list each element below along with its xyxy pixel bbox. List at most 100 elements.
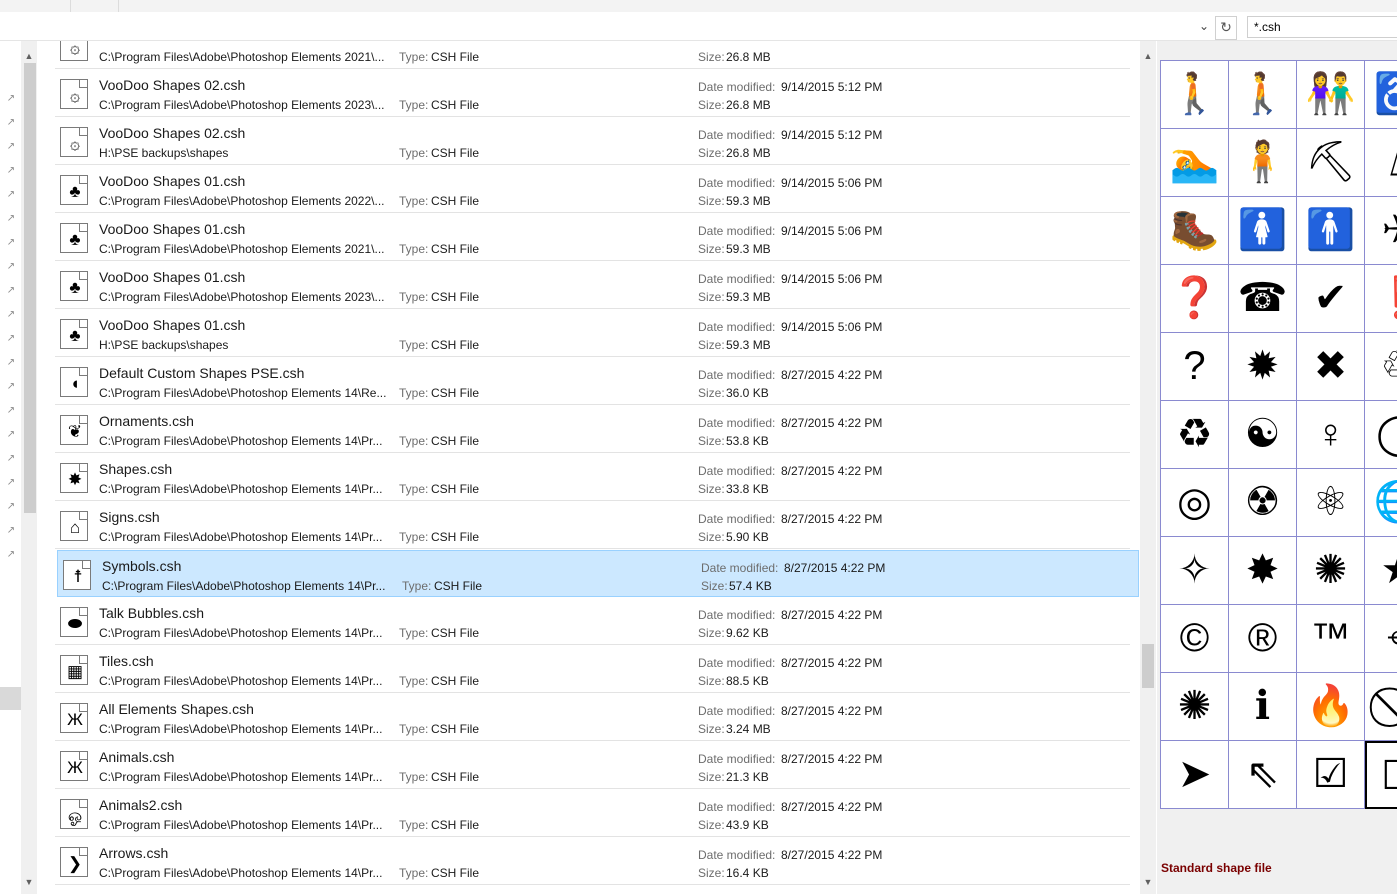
surveyor-icon[interactable]: ⍋ xyxy=(1365,129,1397,197)
target-icon[interactable]: ◎ xyxy=(1161,469,1229,537)
file-row[interactable]: ♣ VooDoo Shapes 01.csh C:\Program Files\Ad… xyxy=(55,214,1130,261)
pin-icon[interactable]: ↗ xyxy=(5,141,17,153)
star-icon[interactable]: ★ xyxy=(1365,537,1397,605)
file-size: 53.8 KB xyxy=(726,434,769,448)
file-list-scrollbar-thumb[interactable] xyxy=(1142,644,1154,688)
file-row[interactable]: ۞ C:\Program Files\Adobe\Photoshop Elemen… xyxy=(55,41,1130,69)
campfire-icon[interactable]: 🔥 xyxy=(1297,673,1365,741)
pin-icon[interactable]: ↗ xyxy=(5,501,17,513)
prohibited-icon[interactable]: ⃠ xyxy=(1365,673,1397,741)
scroll-down-icon[interactable]: ▼ xyxy=(21,875,37,889)
file-name: VooDoo Shapes 02.csh xyxy=(99,125,246,141)
scroll-up-icon[interactable]: ▲ xyxy=(1140,49,1156,63)
female-symbol-icon[interactable]: ♀ xyxy=(1297,401,1365,469)
man-icon[interactable]: 🚹 xyxy=(1297,197,1365,265)
recycle-outline-icon[interactable]: ♲ xyxy=(1365,333,1397,401)
file-list-scrollbar[interactable]: ▲ ▼ xyxy=(1140,41,1156,894)
pin-icon[interactable]: ↗ xyxy=(5,405,17,417)
globe-icon[interactable]: 🌐 xyxy=(1365,469,1397,537)
male-symbol-icon[interactable]: ◯ xyxy=(1365,401,1397,469)
pin-icon[interactable]: ↗ xyxy=(5,213,17,225)
question-mark-icon[interactable]: ? xyxy=(1161,333,1229,401)
cursor-outline-icon[interactable]: ⇖ xyxy=(1229,741,1297,809)
cursor-arrow-icon[interactable]: ➤ xyxy=(1161,741,1229,809)
file-row[interactable]: ♣ VooDoo Shapes 01.csh C:\Program Files\Ad… xyxy=(55,262,1130,309)
crosshair-icon[interactable]: ⌖ xyxy=(1365,605,1397,673)
pin-icon[interactable]: ↗ xyxy=(5,381,17,393)
copyright-icon[interactable]: © xyxy=(1161,605,1229,673)
sunburst-icon[interactable]: ✺ xyxy=(1161,673,1229,741)
file-row[interactable]: Ж All Elements Shapes.csh C:\Program Files… xyxy=(55,694,1130,741)
pin-icon[interactable]: ↗ xyxy=(5,453,17,465)
pin-icon[interactable]: ↗ xyxy=(5,189,17,201)
pin-icon[interactable]: ↗ xyxy=(5,549,17,561)
couple-icon[interactable]: 👫 xyxy=(1297,61,1365,129)
exclamation-icon[interactable]: ❗ xyxy=(1365,265,1397,333)
pedestrian-icon[interactable]: 🚶 xyxy=(1229,61,1297,129)
walking-man-icon[interactable]: 🚶 xyxy=(1161,61,1229,129)
radiation-icon[interactable]: ☢ xyxy=(1229,469,1297,537)
pin-icon[interactable]: ↗ xyxy=(5,477,17,489)
file-row[interactable]: ☨ Symbols.csh C:\Program Files\Adobe\Photo… xyxy=(57,550,1139,597)
checkbox-checked-icon[interactable]: ☑ xyxy=(1297,741,1365,809)
hiker-icon[interactable]: 🥾 xyxy=(1161,197,1229,265)
registered-icon[interactable]: ® xyxy=(1229,605,1297,673)
file-glyph: Ж xyxy=(67,710,83,729)
nav-selected-item[interactable] xyxy=(0,687,21,710)
refresh-button[interactable]: ↻ xyxy=(1215,16,1237,40)
pin-icon[interactable]: ↗ xyxy=(5,429,17,441)
woman-icon[interactable]: 🚺 xyxy=(1229,197,1297,265)
telephone-box-icon[interactable]: ☎ xyxy=(1229,265,1297,333)
pin-icon[interactable]: ↗ xyxy=(5,285,17,297)
checkmark-icon[interactable]: ✔ xyxy=(1297,265,1365,333)
recycle-icon[interactable]: ♻ xyxy=(1161,401,1229,469)
pin-icon[interactable]: ↗ xyxy=(5,525,17,537)
nav-scrollbar[interactable]: ▲ ▼ xyxy=(21,41,37,894)
file-row[interactable]: ❯ Arrows.csh C:\Program Files\Adobe\Photos… xyxy=(55,838,1130,885)
file-row[interactable]: ❦ Ornaments.csh C:\Program Files\Adobe\Pho… xyxy=(55,406,1130,453)
file-row[interactable]: ♣ VooDoo Shapes 01.csh C:\Program Files\Ad… xyxy=(55,166,1130,213)
yin-yang-icon[interactable]: ☯ xyxy=(1229,401,1297,469)
starburst-outline-icon[interactable]: ✺ xyxy=(1297,537,1365,605)
pin-icon[interactable]: ↗ xyxy=(5,117,17,129)
explosion-icon[interactable]: ✸ xyxy=(1229,537,1297,605)
date-modified: 8/27/2015 4:22 PM xyxy=(781,512,883,526)
scroll-up-icon[interactable]: ▲ xyxy=(21,49,37,63)
file-row[interactable]: ♣ VooDoo Shapes 01.csh H:\PSE backups\shap… xyxy=(55,310,1130,357)
file-type-filter-input[interactable] xyxy=(1247,16,1397,38)
file-row[interactable]: ▦ Tiles.csh C:\Program Files\Adobe\Photosh… xyxy=(55,646,1130,693)
swimmer-icon[interactable]: 🏊 xyxy=(1161,129,1229,197)
nav-scrollbar-thumb[interactable] xyxy=(24,63,36,513)
burst-icon[interactable]: ✹ xyxy=(1229,333,1297,401)
pin-icon[interactable]: ↗ xyxy=(5,357,17,369)
x-mark-icon[interactable]: ✖ xyxy=(1297,333,1365,401)
atom-icon[interactable]: ⚛ xyxy=(1297,469,1365,537)
file-row[interactable]: ஓ Animals2.csh C:\Program Files\Adobe\Phot… xyxy=(55,790,1130,837)
pin-icon[interactable]: ↗ xyxy=(5,333,17,345)
trademark-icon[interactable]: ™ xyxy=(1297,605,1365,673)
file-row[interactable]: ⬬ Talk Bubbles.csh C:\Program Files\Adobe\… xyxy=(55,598,1130,645)
airplane-icon[interactable]: ✈ xyxy=(1365,197,1397,265)
pin-icon[interactable]: ↗ xyxy=(5,309,17,321)
size-label: Size: xyxy=(698,626,725,640)
compass-icon[interactable]: ✧ xyxy=(1161,537,1229,605)
file-row[interactable]: ۞ VooDoo Shapes 02.csh H:\PSE backups\shap… xyxy=(55,118,1130,165)
file-row[interactable]: ✸ Shapes.csh C:\Program Files\Adobe\Photos… xyxy=(55,454,1130,501)
worker-shovel-icon[interactable]: ⛏ xyxy=(1297,129,1365,197)
teacher-icon[interactable]: 🧍 xyxy=(1229,129,1297,197)
pin-icon[interactable]: ↗ xyxy=(5,93,17,105)
wheelchair-icon[interactable]: ♿ xyxy=(1365,61,1397,129)
date-modified-label: Date modified: xyxy=(698,848,776,862)
info-icon[interactable]: ℹ xyxy=(1229,673,1297,741)
scroll-down-icon[interactable]: ▼ xyxy=(1140,875,1156,889)
pin-icon[interactable]: ↗ xyxy=(5,261,17,273)
file-row[interactable]: ◖ Default Custom Shapes PSE.csh C:\Program… xyxy=(55,358,1130,405)
file-row[interactable]: Ж Animals.csh C:\Program Files\Adobe\Photo… xyxy=(55,742,1130,789)
chevron-down-icon[interactable]: ⌄ xyxy=(1196,18,1212,34)
file-row[interactable]: ۞ VooDoo Shapes 02.csh C:\Program Files\Ad… xyxy=(55,70,1130,117)
checkbox-empty-icon[interactable]: ☐ xyxy=(1365,741,1397,809)
pin-icon[interactable]: ↗ xyxy=(5,165,17,177)
question-box-icon[interactable]: ❓ xyxy=(1161,265,1229,333)
pin-icon[interactable]: ↗ xyxy=(5,237,17,249)
file-row[interactable]: ⌂ Signs.csh C:\Program Files\Adobe\Photosh… xyxy=(55,502,1130,549)
